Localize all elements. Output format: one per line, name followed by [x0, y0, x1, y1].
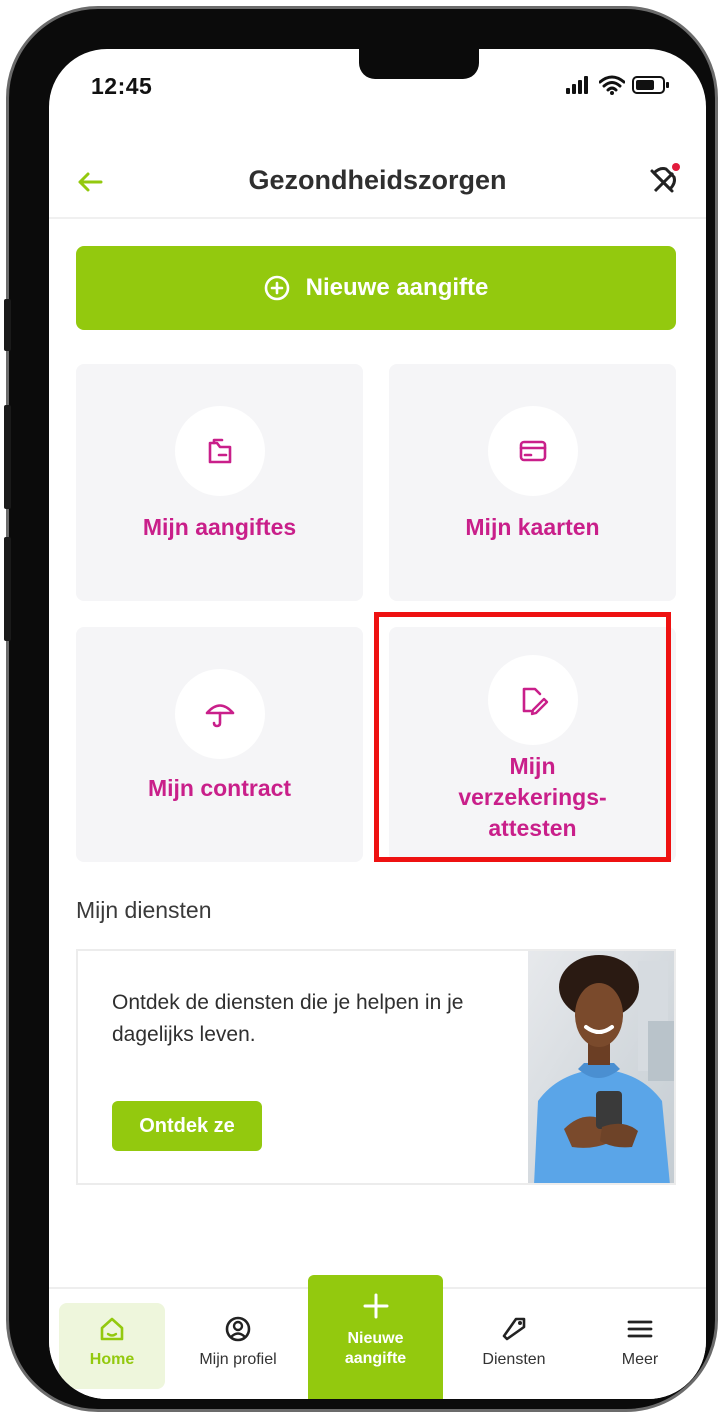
tile-my-contract[interactable]: Mijn contract: [76, 627, 363, 862]
nav-item-my-profile[interactable]: Mijn profiel: [185, 1303, 291, 1389]
tile-icon-wrapper: [174, 669, 265, 759]
nav-item-services[interactable]: Diensten: [461, 1303, 567, 1389]
section-title: Mijn diensten: [76, 897, 212, 923]
nav-label-line: Nieuwe: [347, 1330, 404, 1347]
tag-icon: [502, 1317, 526, 1341]
nav-label: Meer: [621, 1351, 659, 1368]
nav-icon-wrapper: [625, 1313, 655, 1345]
screen: 12:45 Gezondheidszorgen Nieuwe aangifte …: [49, 49, 706, 1399]
umbrella-icon: [205, 704, 234, 728]
profile-icon: [225, 1316, 251, 1342]
nav-label-line: aangifte: [344, 1350, 407, 1367]
status-icons: [566, 75, 670, 95]
nav-icon-wrapper: [361, 1291, 391, 1323]
battery-icon: [632, 76, 669, 94]
nav-icon-wrapper: [97, 1313, 127, 1345]
volume-down-button: [4, 537, 11, 641]
nav-item-more[interactable]: Meer: [587, 1303, 693, 1389]
nav-label: Home: [89, 1351, 135, 1368]
new-declaration-button[interactable]: Nieuwe aangifte: [76, 246, 676, 330]
services-card[interactable]: Ontdek de diensten die je helpen in je d…: [76, 949, 676, 1185]
card-icon: [519, 440, 546, 462]
nav-label: Mijn profiel: [199, 1351, 277, 1368]
tile-icon-wrapper: [174, 406, 265, 496]
plus-icon: [363, 1293, 388, 1319]
bottom-nav: Home Mijn profiel Nieuwe aangifte Dienst…: [49, 1275, 706, 1399]
tile-label: Mijn aangiftes: [142, 514, 297, 540]
nav-item-new-declaration[interactable]: Nieuwe aangifte: [308, 1275, 443, 1399]
nav-icon-wrapper: [499, 1313, 529, 1345]
signal-icon: [566, 76, 588, 94]
tile-label: Mijn contract: [147, 775, 292, 801]
services-description: Ontdek de diensten die je helpen in je d…: [112, 991, 464, 1046]
discover-button[interactable]: Ontdek ze: [112, 1101, 262, 1151]
mute-switch: [4, 299, 11, 351]
status-bar: 12:45: [49, 49, 706, 139]
declarations-icon: [208, 438, 231, 464]
highlight-box: [374, 612, 671, 862]
plus-circle-icon: [264, 275, 289, 301]
tile-icon-wrapper: [487, 406, 578, 496]
notifications-button[interactable]: [646, 161, 682, 201]
nav-item-home[interactable]: Home: [59, 1303, 165, 1389]
woman-with-phone-image: [528, 951, 674, 1183]
home-icon: [100, 1317, 124, 1341]
tile-label: Mijn kaarten: [465, 514, 600, 540]
phone-frame: 12:45 Gezondheidszorgen Nieuwe aangifte …: [4, 6, 718, 1412]
nav-label: Diensten: [482, 1351, 546, 1368]
nav-label: Nieuwe aangifte: [345, 1329, 406, 1369]
menu-icon: [627, 1320, 653, 1338]
new-declaration-label: Nieuwe aangifte: [305, 274, 489, 301]
volume-up-button: [4, 405, 11, 509]
status-time: 12:45: [91, 73, 153, 99]
bell-icon: [650, 163, 680, 193]
nav-icon-wrapper: [223, 1313, 253, 1345]
tile-my-declarations[interactable]: Mijn aangiftes: [76, 364, 363, 601]
header: Gezondheidszorgen: [49, 159, 706, 219]
tile-my-cards[interactable]: Mijn kaarten: [389, 364, 676, 601]
page-title: Gezondheidszorgen: [248, 165, 507, 195]
wifi-icon: [599, 75, 625, 95]
